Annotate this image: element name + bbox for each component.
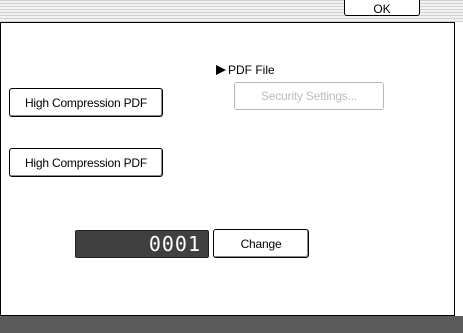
triangle-right-icon [216,65,226,75]
pdf-file-text: PDF File [228,63,275,77]
pdf-file-label: PDF File [216,63,275,77]
counter-display: 0001 [75,230,209,258]
security-settings-button[interactable]: Security Settings... [234,82,384,110]
high-compression-pdf-button-1[interactable]: High Compression PDF [9,88,163,117]
status-bar [0,316,463,333]
ok-tab[interactable]: OK [344,0,420,16]
top-bar: OK [0,0,463,22]
change-button[interactable]: Change [213,229,309,258]
high-compression-pdf-button-2[interactable]: High Compression PDF [9,148,163,177]
